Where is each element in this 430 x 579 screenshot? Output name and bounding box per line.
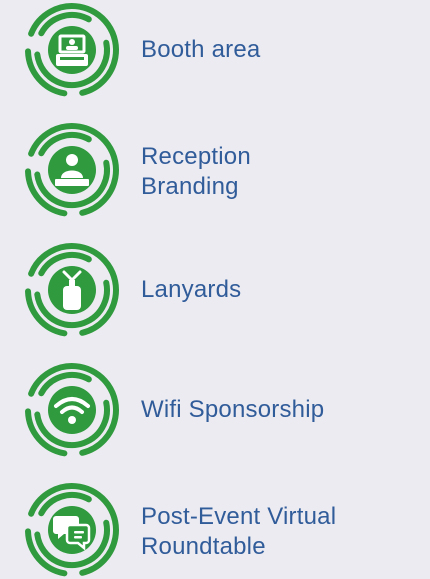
- booth-icon: [25, 3, 119, 97]
- item-label: Post-Event Virtual Roundtable: [141, 503, 337, 560]
- list-item-reception-branding: Reception Branding: [22, 120, 422, 220]
- chat-icon: [25, 483, 119, 577]
- item-label: Reception Branding: [141, 143, 251, 200]
- sponsorship-options-list: Booth area Reception Branding Lanyards W…: [0, 0, 430, 579]
- wifi-icon: [25, 363, 119, 457]
- list-item-lanyards: Lanyards: [22, 240, 422, 340]
- item-label: Wifi Sponsorship: [141, 396, 325, 423]
- lanyard-icon: [25, 243, 119, 337]
- item-label: Booth area: [141, 36, 261, 63]
- item-label: Lanyards: [141, 276, 242, 303]
- list-item-post-event-virtual-roundtable: Post-Event Virtual Roundtable: [22, 480, 422, 579]
- list-item-booth-area: Booth area: [22, 0, 422, 100]
- reception-icon: [25, 123, 119, 217]
- list-item-wifi-sponsorship: Wifi Sponsorship: [22, 360, 422, 460]
